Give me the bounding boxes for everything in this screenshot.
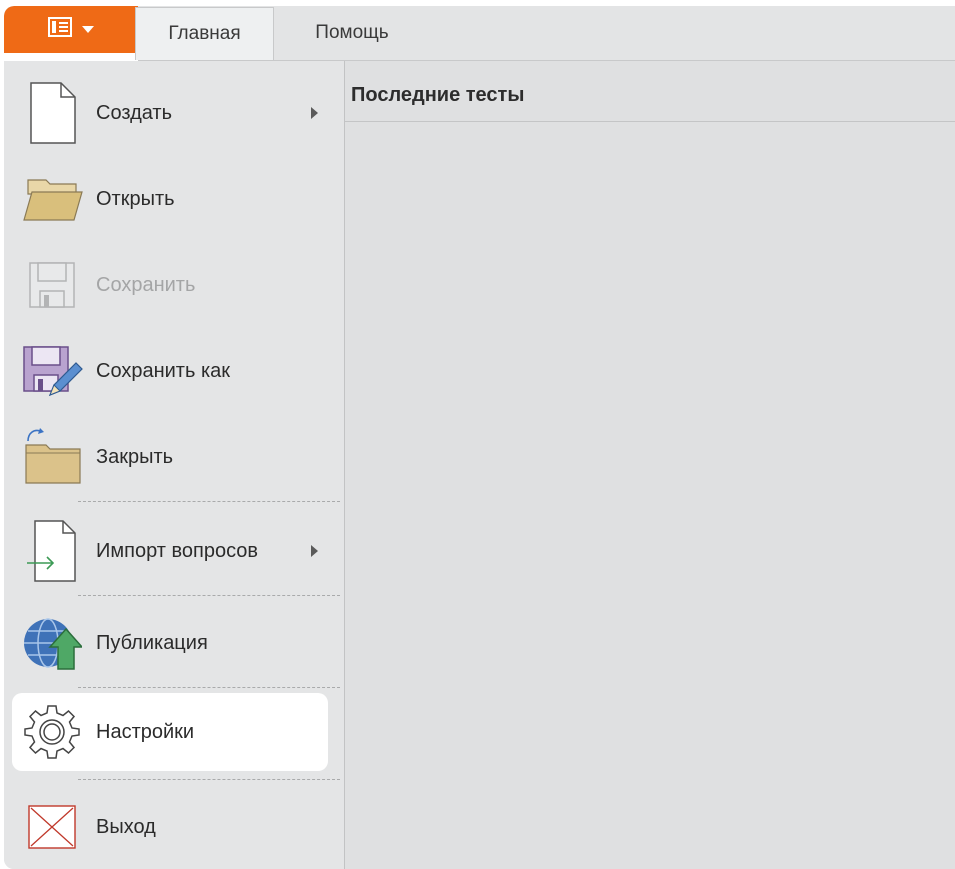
submenu-arrow-icon xyxy=(311,107,318,119)
menu-item-import-questions[interactable]: Импорт вопросов xyxy=(12,511,328,591)
menu-item-save-as[interactable]: Сохранить как xyxy=(12,331,328,411)
menu-item-save: Сохранить xyxy=(12,245,328,325)
publish-icon xyxy=(12,608,92,678)
menu-item-close[interactable]: Закрыть xyxy=(12,417,328,497)
chevron-down-icon xyxy=(82,21,94,39)
backstage-menu-icon xyxy=(48,17,72,42)
menu-item-label: Настройки xyxy=(96,720,195,743)
page-title: Последние тесты xyxy=(351,84,525,106)
menu-item-label: Сохранить как xyxy=(96,359,231,382)
tab-home[interactable]: Главная xyxy=(135,7,274,60)
menu-item-label: Открыть xyxy=(96,187,175,210)
menu-item-label: Публикация xyxy=(96,631,208,654)
save-icon xyxy=(12,250,92,320)
close-folder-icon xyxy=(12,422,92,492)
exit-icon xyxy=(12,792,92,862)
save-as-icon xyxy=(12,336,92,406)
menu-item-label: Импорт вопросов xyxy=(96,539,259,562)
menu-separator xyxy=(78,595,340,596)
menu-item-label: Закрыть xyxy=(96,445,174,468)
ribbon-tab-bar: Главная Помощь xyxy=(4,6,955,73)
menu-item-publish[interactable]: Публикация xyxy=(12,603,328,683)
new-file-icon xyxy=(12,78,92,148)
menu-item-label: Выход xyxy=(96,815,156,838)
open-folder-icon xyxy=(12,164,92,234)
import-icon xyxy=(12,516,92,586)
menu-separator xyxy=(78,501,340,502)
settings-gear-icon xyxy=(12,697,92,767)
file-menu-button[interactable] xyxy=(4,6,138,53)
submenu-arrow-icon xyxy=(311,545,318,557)
recent-tests-pane: Последние тесты xyxy=(345,61,955,869)
menu-item-label: Сохранить xyxy=(96,273,196,296)
tab-help[interactable]: Помощь xyxy=(300,6,404,60)
menu-item-open[interactable]: Открыть xyxy=(12,159,328,239)
menu-separator xyxy=(78,687,340,688)
title-divider xyxy=(345,121,955,122)
menu-item-settings[interactable]: Настройки xyxy=(12,693,328,771)
menu-item-create[interactable]: Создать xyxy=(12,73,328,153)
menu-item-exit[interactable]: Выход xyxy=(12,787,328,867)
application-window: Главная Помощь Создать Открыть Сохранить… xyxy=(4,6,955,869)
menu-separator xyxy=(78,779,340,780)
backstage-menu: Создать Открыть Сохранить Сохранить как … xyxy=(4,61,345,869)
menu-item-label: Создать xyxy=(96,101,173,124)
